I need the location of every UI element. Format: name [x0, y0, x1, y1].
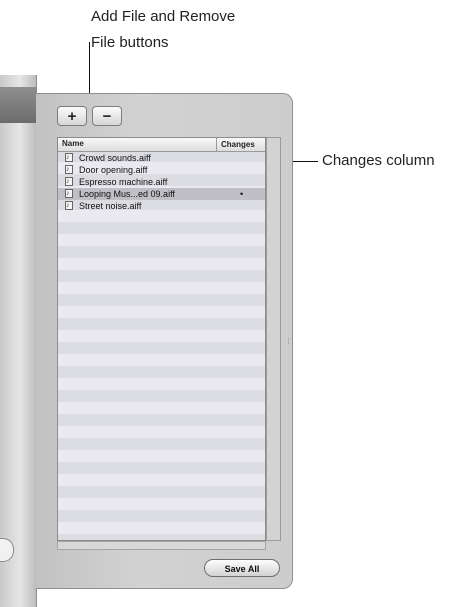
callout-buttons-line1: Add File and Remove	[91, 8, 236, 25]
file-rows: Crowd sounds.aiff Door opening.aiff Espr…	[58, 152, 265, 212]
file-name: Door opening.aiff	[79, 165, 148, 175]
column-header-name[interactable]: Name	[62, 139, 84, 148]
column-header-changes[interactable]: Changes	[216, 138, 265, 151]
file-name: Espresso machine.aiff	[79, 177, 168, 187]
file-row[interactable]: Door opening.aiff	[58, 164, 265, 176]
file-list[interactable]: Name Changes Crowd sounds.aiff Door open…	[57, 137, 266, 541]
remove-file-button[interactable]: −	[92, 106, 122, 126]
audio-file-icon	[65, 152, 73, 164]
vertical-scrollbar[interactable]	[266, 137, 281, 541]
resize-grip-icon[interactable]: ⋮	[285, 338, 292, 345]
file-name: Crowd sounds.aiff	[79, 153, 151, 163]
file-changes: •	[240, 189, 244, 199]
save-all-button[interactable]: Save All	[204, 559, 280, 577]
file-row[interactable]: Street noise.aiff	[58, 200, 265, 212]
window-edge-bar	[0, 87, 36, 123]
add-file-button[interactable]: +	[57, 106, 87, 126]
file-row-selected[interactable]: Looping Mus...ed 09.aiff •	[58, 188, 265, 200]
audio-file-icon	[65, 200, 73, 212]
horizontal-scrollbar[interactable]	[57, 541, 266, 550]
window-edge-knob[interactable]	[0, 538, 14, 562]
main-window-edge	[0, 75, 37, 607]
audio-file-icon	[65, 188, 73, 200]
audio-file-icon	[65, 176, 73, 188]
audio-file-icon	[65, 164, 73, 176]
list-header: Name Changes	[58, 138, 265, 152]
callout-buttons-line2: File buttons	[91, 34, 169, 51]
file-name: Looping Mus...ed 09.aiff	[79, 189, 175, 199]
callout-changes-column: Changes column	[322, 152, 435, 169]
file-row[interactable]: Crowd sounds.aiff	[58, 152, 265, 164]
file-name: Street noise.aiff	[79, 201, 142, 211]
file-row[interactable]: Espresso machine.aiff	[58, 176, 265, 188]
